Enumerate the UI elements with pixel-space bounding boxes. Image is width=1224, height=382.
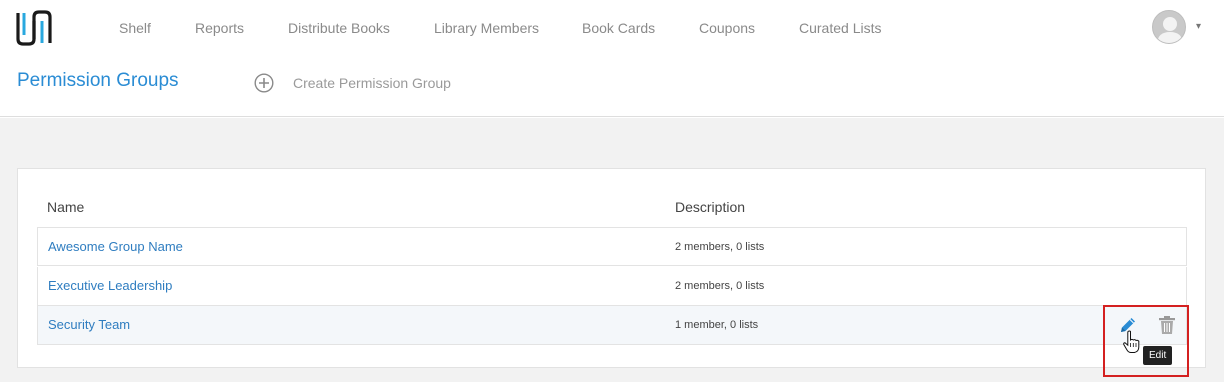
column-header-name: Name [47,199,85,215]
nav-book-cards[interactable]: Book Cards [582,20,655,36]
nav-reports[interactable]: Reports [195,20,244,36]
group-name-link[interactable]: Awesome Group Name [48,239,183,254]
group-description: 2 members, 0 lists [675,241,765,253]
nav-distribute-books[interactable]: Distribute Books [288,20,390,36]
nav-coupons[interactable]: Coupons [699,20,755,36]
group-name-link[interactable]: Executive Leadership [48,278,172,293]
table-row[interactable]: Awesome Group Name 2 members, 0 lists [37,227,1187,266]
column-header-description: Description [675,199,746,215]
nav-library-members[interactable]: Library Members [434,20,539,36]
group-description: 2 members, 0 lists [675,280,765,292]
group-name-link[interactable]: Security Team [48,317,130,332]
page-header: Permission Groups Create Permission Grou… [0,56,1224,117]
nav-shelf[interactable]: Shelf [119,20,151,36]
create-permission-group-button[interactable]: Create Permission Group [254,72,451,94]
table-row[interactable]: Security Team 1 member, 0 lists [37,306,1187,345]
user-avatar-icon[interactable] [1152,10,1186,44]
content-area: Name Description Awesome Group Name 2 me… [0,118,1224,382]
group-description: 1 member, 0 lists [675,319,759,331]
nav-curated-lists[interactable]: Curated Lists [799,20,881,36]
app-logo-icon[interactable] [15,9,53,47]
page-title: Permission Groups [17,70,179,91]
table-row[interactable]: Executive Leadership 2 members, 0 lists [37,267,1187,306]
annotation-highlight-box [1103,305,1189,377]
top-navigation: Shelf Reports Distribute Books Library M… [0,0,1224,56]
permission-groups-table: Name Description Awesome Group Name 2 me… [17,168,1206,368]
account-menu-caret-icon[interactable]: ▾ [1196,21,1201,32]
create-permission-group-label: Create Permission Group [293,75,451,91]
plus-circle-icon [254,73,274,93]
